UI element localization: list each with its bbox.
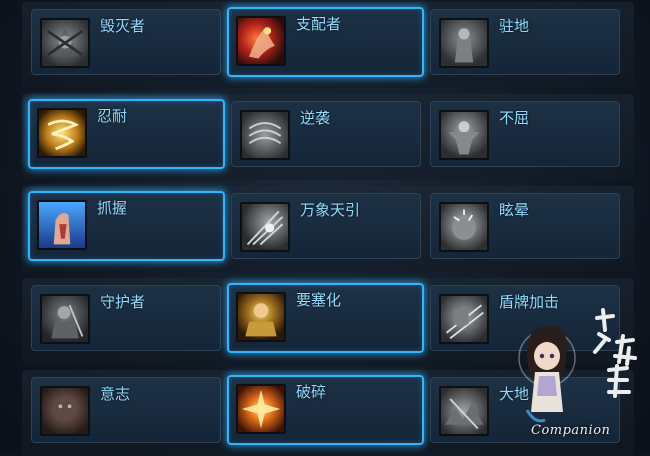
endurance-icon [37,108,87,158]
shatter-icon [236,384,286,434]
skill-label: 不屈 [499,109,530,127]
skill-card-garrison[interactable]: 驻地 [430,9,620,75]
skill-card-grasp[interactable]: 抓握 [28,191,225,261]
skill-label: 抓握 [97,199,128,217]
stun-icon [439,202,489,252]
grasp-icon [37,200,87,250]
universal-pull-icon [240,202,290,252]
shield-bash-icon [439,294,489,344]
skill-label: 逆袭 [300,109,331,127]
guardian-icon [40,294,90,344]
skill-card-guardian[interactable]: 守护者 [31,285,221,351]
skill-card-endurance[interactable]: 忍耐 [28,99,225,169]
counterattack-icon [240,110,290,160]
skill-card-shatter[interactable]: 破碎 [227,375,424,445]
dominator-icon [236,16,286,66]
skill-card-will[interactable]: 意志 [31,377,221,443]
skill-label: 万象天引 [300,201,361,219]
skill-card-unyielding[interactable]: 不屈 [430,101,620,167]
unyielding-icon [439,110,489,160]
skill-label: 忍耐 [97,107,128,125]
skill-label: 守护者 [100,293,146,311]
skill-label: 支配者 [296,15,342,33]
skill-card-counterattack[interactable]: 逆袭 [231,101,421,167]
skill-label: 破碎 [296,383,327,401]
earth-icon [439,386,489,436]
will-icon [40,386,90,436]
skill-label: 眩晕 [499,201,530,219]
skill-label: 要塞化 [296,291,342,309]
skill-card-destroyer[interactable]: 毁灭者 [31,9,221,75]
companion-watermark-text: Companion [531,423,611,438]
skill-label: 毁灭者 [100,17,146,35]
skill-label: 意志 [100,385,131,403]
skill-card-universal-pull[interactable]: 万象天引 [231,193,421,259]
skill-card-fortify[interactable]: 要塞化 [227,283,424,353]
skill-card-dominator[interactable]: 支配者 [227,7,424,77]
fortify-icon [236,292,286,342]
skill-label: 驻地 [499,17,530,35]
skill-card-stun[interactable]: 眩晕 [430,193,620,259]
garrison-icon [439,18,489,68]
destroyer-icon [40,18,90,68]
